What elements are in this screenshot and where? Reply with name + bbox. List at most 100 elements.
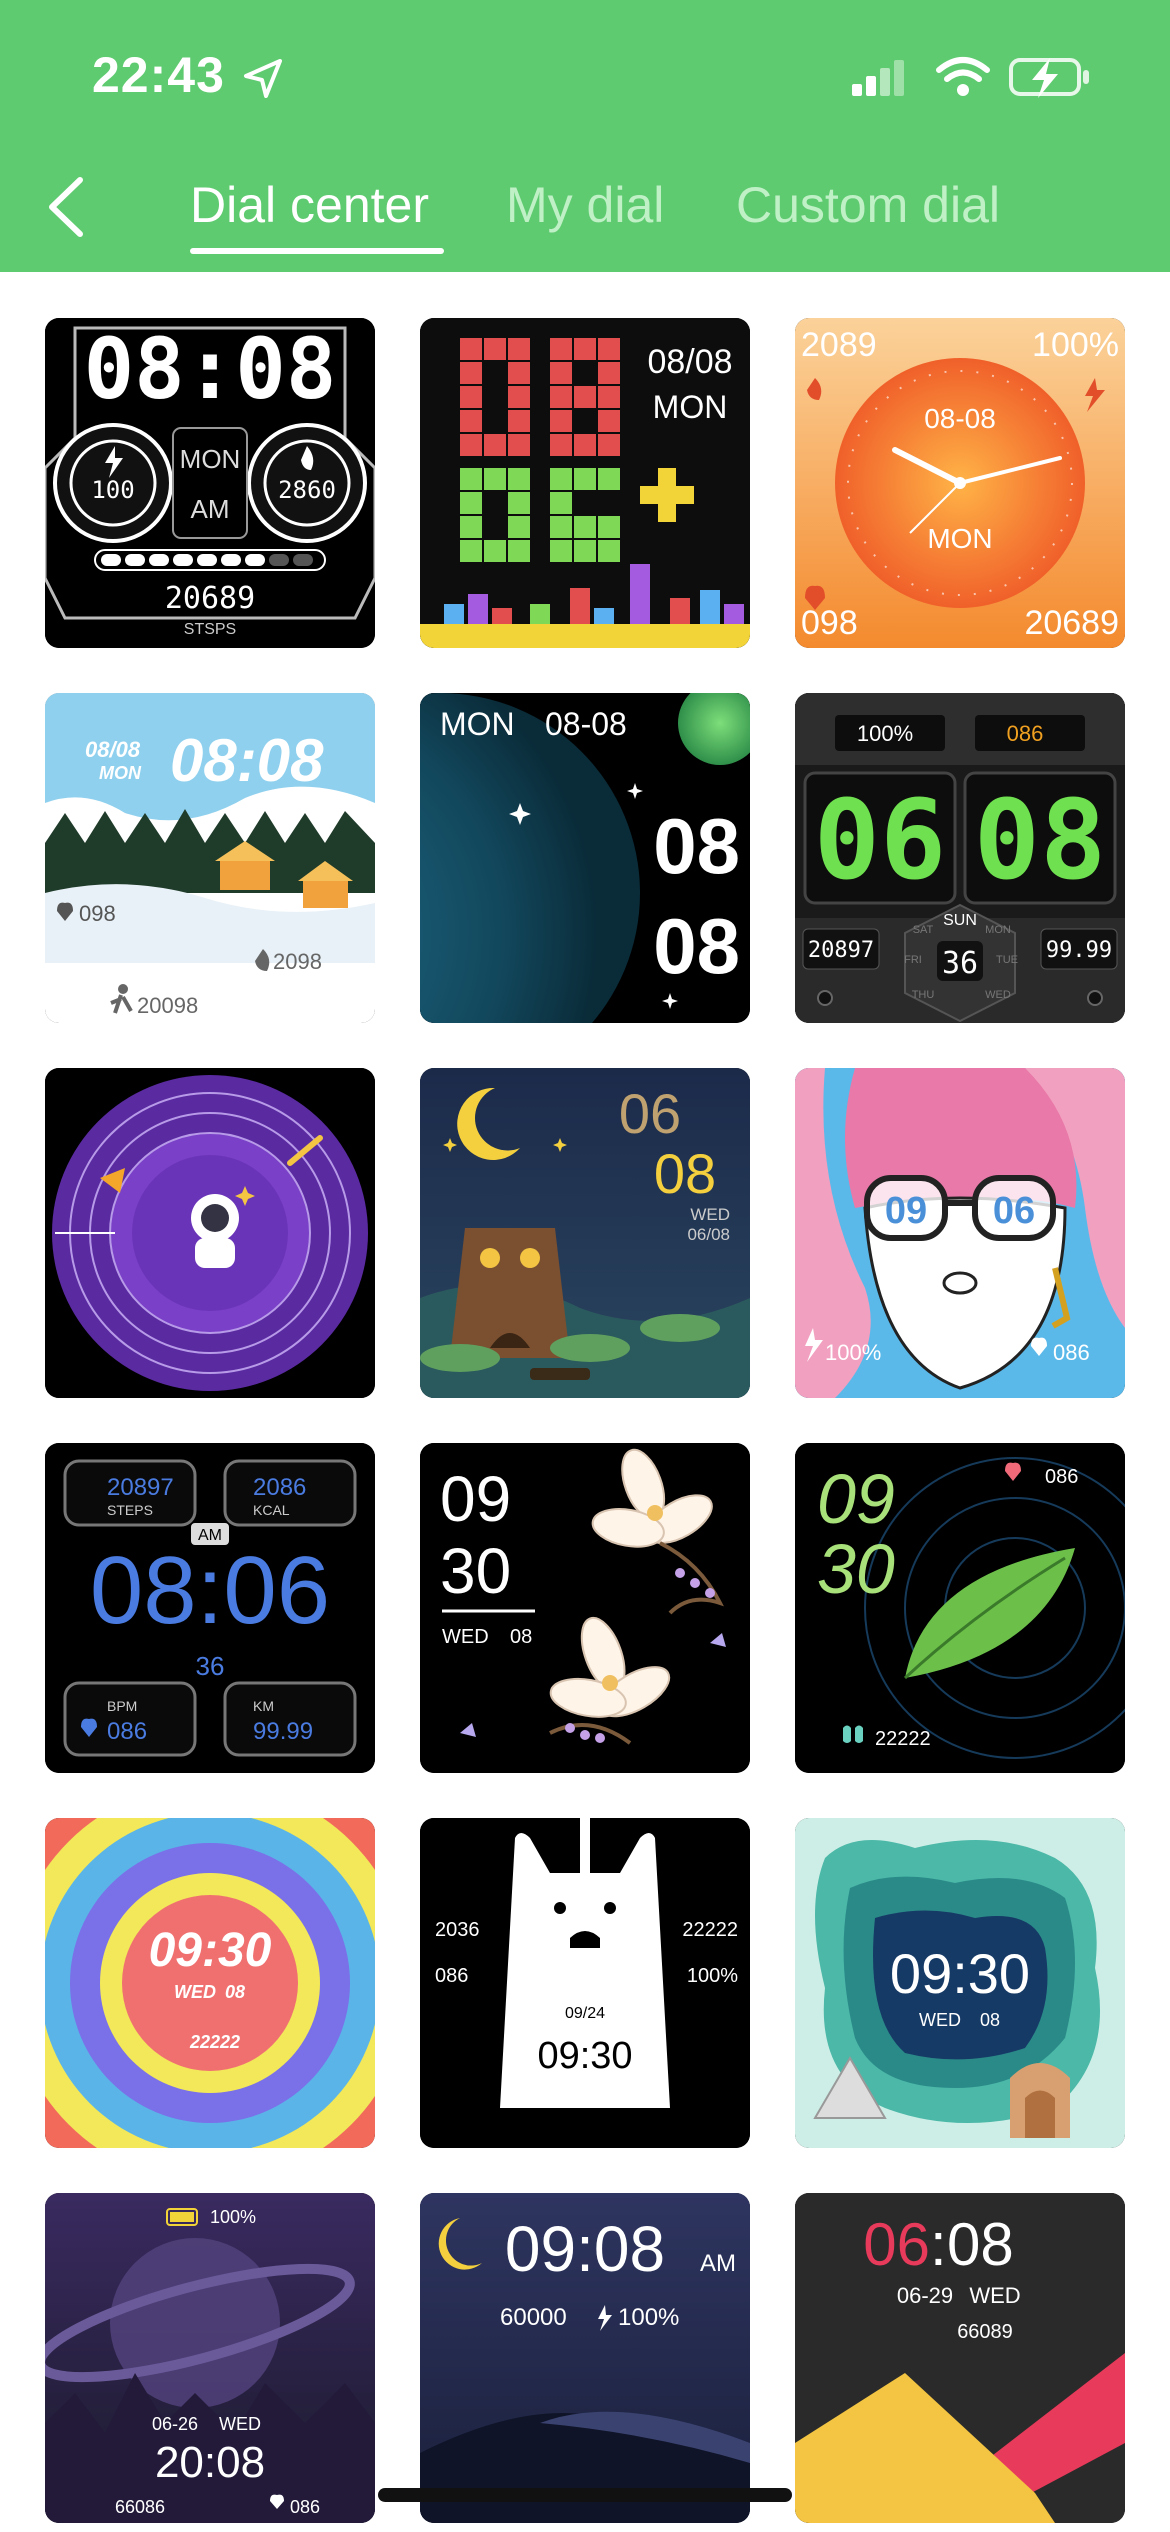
dial3-top-right: 100% xyxy=(1032,326,1119,364)
dial10-km-label: KM xyxy=(253,1698,274,1714)
cellular-signal-icon xyxy=(852,60,904,96)
dial-card-5[interactable]: MON 08-08 08 08 xyxy=(420,693,750,1023)
dial1-steps: 20689 xyxy=(165,581,255,616)
dial6-value: 086 xyxy=(1007,721,1044,746)
dial6-minute: 08 xyxy=(974,776,1106,904)
status-time: 22:43 xyxy=(92,47,225,103)
dial17-time: 09:08 xyxy=(505,2213,665,2285)
dial1-day: MON xyxy=(180,444,241,474)
dial9-minute: 06 xyxy=(993,1190,1035,1232)
dial1-period: AM xyxy=(191,494,230,524)
dial3-top-left: 2089 xyxy=(801,326,877,364)
dial-card-3[interactable]: 2089 100% 08-08 MON 098 20689 xyxy=(795,318,1125,648)
dial8-minute: 08 xyxy=(654,1142,716,1205)
dial3-bottom-right: 20689 xyxy=(1024,604,1119,642)
dial3-bottom-left: 098 xyxy=(801,604,858,642)
dial14-right-bottom: 100% xyxy=(687,1965,738,1987)
dial-card-14[interactable]: 09/24 09:30 2036 086 22222 100% xyxy=(420,1818,750,2148)
dial-card-11[interactable]: 09 30 WED 08 xyxy=(420,1443,750,1773)
dial11-hour: 09 xyxy=(440,1463,511,1535)
dial6-battery: 100% xyxy=(857,721,913,746)
dial16-battery: 100% xyxy=(210,2207,256,2227)
dial-card-8[interactable]: 06 08 WED 06/08 xyxy=(420,1068,750,1398)
dial5-date: 08-08 xyxy=(545,706,627,742)
dial14-right-top: 22222 xyxy=(682,1919,738,1941)
dial1-right-gauge: 2860 xyxy=(278,476,336,504)
dial-card-16[interactable]: 100% 06-26 WED 20:08 66086 086 xyxy=(45,2193,375,2523)
dial12-heart: 086 xyxy=(1045,1466,1078,1488)
dial18-hour: 06 xyxy=(863,2211,930,2278)
dial4-steps: 20098 xyxy=(137,993,198,1018)
dial-card-10[interactable]: 20897 STEPS 2086 KCAL AM 08:06 36 BPM 08… xyxy=(45,1443,375,1773)
dial15-time: 09:30 xyxy=(890,1942,1030,2005)
dial-card-9[interactable]: 09 06 100% 086 xyxy=(795,1068,1125,1398)
dial3-day: MON xyxy=(927,523,992,554)
dial13-date: 08 xyxy=(225,1982,245,2002)
dial-card-12[interactable]: 09 30 086 22222 xyxy=(795,1443,1125,1773)
dial6-center: 36 xyxy=(942,946,978,981)
dial8-hour: 06 xyxy=(619,1082,681,1145)
dial8-date: 06/08 xyxy=(687,1225,730,1244)
back-chevron-icon[interactable] xyxy=(38,174,98,240)
tab-custom-dial[interactable]: Custom dial xyxy=(736,176,1000,234)
dial16-steps: 66086 xyxy=(115,2497,165,2517)
tab-dial-center[interactable]: Dial center xyxy=(190,176,429,234)
dial10-bpm: 086 xyxy=(107,1718,147,1745)
dial16-heart: 086 xyxy=(290,2497,320,2517)
dial5-minute: 08 xyxy=(653,902,740,990)
dial6-ring-thu: THU xyxy=(912,989,935,1001)
dial14-date: 09/24 xyxy=(565,2005,605,2022)
dial6-day: SUN xyxy=(943,912,977,929)
dial-card-15[interactable]: 09:30 WED 08 xyxy=(795,1818,1125,2148)
dial1-time: 08:08 xyxy=(84,320,337,418)
dial15-date: 08 xyxy=(980,2010,1000,2030)
dial-card-13[interactable]: 09:30 WED 08 22222 xyxy=(45,1818,375,2148)
dial10-time: 08:06 xyxy=(90,1537,330,1644)
active-tab-indicator xyxy=(190,248,444,254)
dial12-steps: 22222 xyxy=(875,1728,931,1750)
dial4-calories: 2098 xyxy=(273,949,322,974)
wifi-icon xyxy=(936,57,990,96)
dial10-km: 99.99 xyxy=(253,1718,313,1745)
dial18-minute: 08 xyxy=(947,2211,1014,2278)
dial-card-6[interactable]: 100% 086 06 08 20897 99.99 SUN 36 SAT MO… xyxy=(795,693,1125,1023)
dial11-minute: 30 xyxy=(440,1535,511,1607)
dial12-minute: 30 xyxy=(817,1530,895,1608)
dial2-date: 08/08 xyxy=(647,343,732,381)
dial9-heart: 086 xyxy=(1053,1340,1090,1365)
location-arrow-icon xyxy=(244,59,282,98)
dial10-seconds: 36 xyxy=(196,1651,225,1681)
dial12-hour: 09 xyxy=(817,1460,895,1538)
dial17-period: AM xyxy=(700,2250,736,2277)
dial10-kcal-label: KCAL xyxy=(253,1502,290,1518)
dial5-day: MON xyxy=(440,706,515,742)
app-header: 22:43 Dial center My dial Custom dial xyxy=(0,0,1170,272)
home-indicator[interactable] xyxy=(378,2488,792,2502)
dial6-ring-wed: WED xyxy=(985,989,1011,1001)
dial4-time: 08:08 xyxy=(170,727,324,794)
dial-card-1[interactable]: 08:08 100 2860 MON AM 20689 STSPS xyxy=(45,318,375,648)
svg-text::: : xyxy=(930,2211,947,2278)
dial16-day: WED xyxy=(219,2414,261,2434)
tab-my-dial[interactable]: My dial xyxy=(506,176,664,234)
dial14-time: 09:30 xyxy=(537,2035,632,2077)
dial18-day: WED xyxy=(969,2283,1020,2308)
dial10-kcal: 2086 xyxy=(253,1474,306,1501)
dial10-steps-label: STEPS xyxy=(107,1502,153,1518)
dial2-day: MON xyxy=(653,389,728,425)
dial13-day: WED xyxy=(174,1982,216,2002)
dial-card-18[interactable]: 06 : 08 06-29 WED 66089 xyxy=(795,2193,1125,2523)
dial13-time: 09:30 xyxy=(149,1924,272,1977)
dial-card-4[interactable]: 08/08 MON 08:08 098 2098 20098 xyxy=(45,693,375,1023)
dial8-day: WED xyxy=(690,1205,730,1224)
dial6-right: 99.99 xyxy=(1046,938,1112,963)
dial13-steps: 22222 xyxy=(189,2032,240,2052)
dial4-date: 08/08 xyxy=(85,737,141,762)
dial4-day: MON xyxy=(99,763,142,783)
dial-card-7[interactable] xyxy=(45,1068,375,1398)
dial6-hour: 06 xyxy=(814,776,946,904)
dial-card-2[interactable]: 08/08 MON xyxy=(420,318,750,648)
dial18-date: 06-29 xyxy=(897,2283,953,2308)
dial-grid: 08:08 100 2860 MON AM 20689 STSPS 08/08 … xyxy=(0,272,1170,2532)
dial-card-17[interactable]: 09:08 AM 60000 100% xyxy=(420,2193,750,2523)
